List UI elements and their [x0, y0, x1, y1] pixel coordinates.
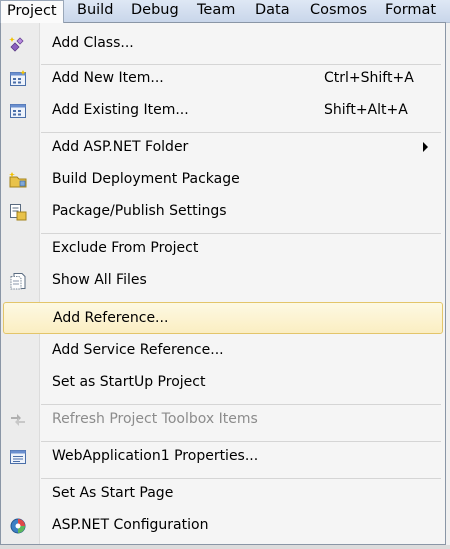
add-service-reference-label: Add Service Reference... [52, 342, 224, 358]
menu-bar: Project Build Debug Team Data Cosmos For… [0, 0, 450, 23]
menu-item-add-new-item[interactable]: Add New Item... Ctrl+Shift+A [3, 63, 443, 95]
show-all-files-icon [10, 273, 26, 290]
window-bottom-edge [0, 545, 450, 549]
aspnet-configuration-label: ASP.NET Configuration [52, 517, 209, 533]
menu-item-add-existing-item[interactable]: Add Existing Item... Shift+Alt+A [3, 95, 443, 127]
menu-item-add-service-reference[interactable]: Add Service Reference... [3, 335, 443, 367]
add-class-label: Add Class... [52, 35, 134, 51]
menu-item-build-deployment-package[interactable]: Build Deployment Package [3, 164, 443, 196]
menu-format[interactable]: Format [379, 0, 442, 22]
menu-item-properties[interactable]: WebApplication1 Properties... [3, 441, 443, 473]
exclude-from-project-label: Exclude From Project [52, 240, 199, 256]
add-new-item-label: Add New Item... [52, 70, 164, 86]
refresh-icon [11, 414, 25, 426]
existing-item-icon [10, 104, 26, 118]
menu-debug[interactable]: Debug [125, 0, 185, 22]
package-publish-settings-label: Package/Publish Settings [52, 203, 227, 219]
menu-team[interactable]: Team [191, 0, 241, 22]
add-class-icon [9, 37, 24, 52]
add-existing-item-shortcut: Shift+Alt+A [324, 102, 408, 118]
menu-project[interactable]: Project [0, 0, 64, 23]
menu-item-add-aspnet-folder[interactable]: Add ASP.NET Folder [3, 132, 443, 164]
new-item-icon [10, 70, 26, 86]
set-as-startup-label: Set as StartUp Project [52, 374, 206, 390]
menu-item-exclude-from-project[interactable]: Exclude From Project [3, 233, 443, 265]
set-as-start-page-label: Set As Start Page [52, 485, 174, 501]
project-dropdown-menu: Add Class... Add New Item... Ctrl+Shift+… [0, 22, 446, 545]
build-deployment-package-label: Build Deployment Package [52, 171, 240, 187]
properties-icon [10, 450, 26, 464]
aspnet-configuration-icon [10, 518, 26, 534]
submenu-arrow-icon [423, 142, 428, 152]
menu-item-package-publish-settings[interactable]: Package/Publish Settings [3, 196, 443, 228]
publish-settings-icon [10, 204, 27, 221]
menu-cosmos[interactable]: Cosmos [304, 0, 373, 22]
menu-item-add-reference[interactable]: Add Reference... [3, 302, 443, 334]
add-reference-label: Add Reference... [53, 310, 169, 326]
refresh-toolbox-label: Refresh Project Toolbox Items [52, 411, 258, 427]
menu-item-show-all-files[interactable]: Show All Files [3, 265, 443, 297]
menu-data[interactable]: Data [249, 0, 296, 22]
menu-item-add-class[interactable]: Add Class... [3, 28, 443, 60]
menu-item-set-as-start-page[interactable]: Set As Start Page [3, 478, 443, 510]
menu-item-aspnet-configuration[interactable]: ASP.NET Configuration [3, 510, 443, 542]
menu-item-set-as-startup-project[interactable]: Set as StartUp Project [3, 367, 443, 399]
add-aspnet-folder-label: Add ASP.NET Folder [52, 139, 189, 155]
properties-label: WebApplication1 Properties... [52, 448, 259, 464]
menu-item-refresh-toolbox: Refresh Project Toolbox Items [3, 404, 443, 436]
add-existing-item-label: Add Existing Item... [52, 102, 189, 118]
deployment-package-icon [9, 172, 27, 188]
menu-build[interactable]: Build [71, 0, 119, 22]
show-all-files-label: Show All Files [52, 272, 147, 288]
add-new-item-shortcut: Ctrl+Shift+A [324, 70, 414, 86]
